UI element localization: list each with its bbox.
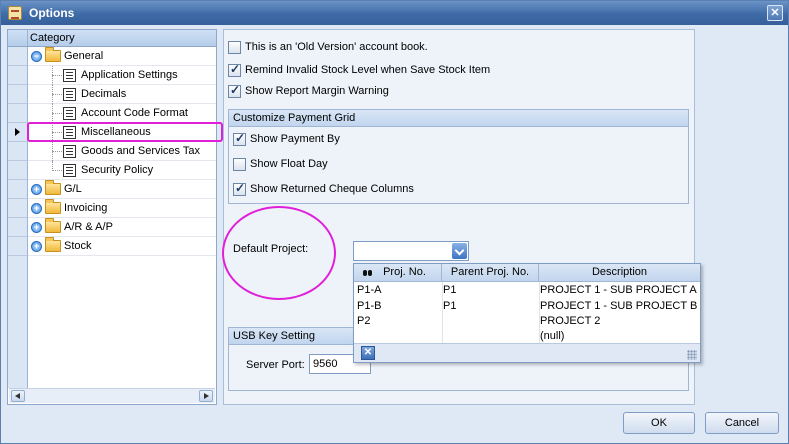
- old-version-label: This is an 'Old Version' account book.: [245, 41, 428, 53]
- tree-header-label: Category: [30, 32, 75, 44]
- expand-icon[interactable]: +: [31, 241, 42, 252]
- column-parent-proj-no[interactable]: Parent Proj. No.: [442, 264, 539, 282]
- expand-icon[interactable]: +: [31, 222, 42, 233]
- show-margin-warning-checkbox[interactable]: [228, 83, 241, 98]
- payment-grid-title: Customize Payment Grid: [233, 112, 356, 124]
- tree-item-label: Goods and Services Tax: [81, 145, 201, 157]
- expand-icon[interactable]: +: [31, 203, 42, 214]
- show-returned-cheque-label: Show Returned Cheque Columns: [250, 183, 414, 195]
- remind-invalid-stock-checkbox[interactable]: [228, 62, 241, 77]
- settings-page-icon: [63, 69, 76, 82]
- server-port-label: Server Port:: [246, 359, 305, 371]
- tree-item-label: Security Policy: [81, 164, 154, 176]
- app-icon: [8, 6, 22, 20]
- title-bar[interactable]: Options ✕: [1, 1, 788, 25]
- description-cell: PROJECT 2: [540, 315, 601, 327]
- scroll-right-icon[interactable]: [199, 390, 213, 402]
- tree-item-label: A/R & A/P: [64, 221, 113, 233]
- tree-item-ar-ap[interactable]: + A/R & A/P: [8, 218, 216, 237]
- show-payment-by-checkbox[interactable]: [233, 131, 246, 146]
- ok-button[interactable]: OK: [623, 412, 695, 434]
- folder-icon: [45, 218, 61, 233]
- proj-no-cell: P2: [357, 315, 371, 327]
- tree-item-label: Application Settings: [81, 69, 178, 81]
- resize-grip-icon[interactable]: [687, 350, 697, 360]
- tree-item-label: Account Code Format: [81, 107, 188, 119]
- lookup-header: Proj. No. Parent Proj. No. Description: [354, 264, 700, 282]
- old-version-checkbox[interactable]: [228, 41, 241, 54]
- tree-item-label: Decimals: [81, 88, 127, 100]
- show-returned-cheque-checkbox[interactable]: [233, 181, 246, 196]
- column-proj-no[interactable]: Proj. No.: [354, 264, 442, 282]
- lookup-footer: ✕: [354, 343, 700, 362]
- column-description[interactable]: Description: [539, 264, 700, 282]
- window-title: Options: [29, 6, 75, 20]
- tree-item-general[interactable]: − General: [8, 47, 216, 66]
- close-button[interactable]: ✕: [767, 5, 783, 21]
- remind-invalid-stock-label: Remind Invalid Stock Level when Save Sto…: [245, 64, 491, 76]
- payment-grid-header: Customize Payment Grid: [229, 110, 688, 127]
- dropdown-arrow-icon[interactable]: [452, 243, 467, 259]
- settings-page-icon: [63, 164, 76, 177]
- tree-item-application-settings[interactable]: Application Settings: [8, 66, 216, 85]
- tree-header: Category: [8, 30, 216, 47]
- parent-proj-no-cell: P1: [443, 300, 457, 312]
- project-lookup-dropdown: Proj. No. Parent Proj. No. Description P…: [353, 263, 701, 363]
- show-float-day-checkbox[interactable]: [233, 158, 246, 171]
- folder-icon: [45, 237, 61, 252]
- tree-item-label: Invoicing: [64, 202, 108, 214]
- tree-item-label: G/L: [64, 183, 82, 195]
- default-project-annotation-circle: [222, 206, 336, 300]
- clear-icon[interactable]: ✕: [361, 346, 375, 360]
- tree-item-security-policy[interactable]: Security Policy: [8, 161, 216, 180]
- collapse-icon[interactable]: −: [31, 51, 42, 62]
- column-label: Parent Proj. No.: [450, 266, 530, 278]
- tree-item-gl[interactable]: + G/L: [8, 180, 216, 199]
- column-label: Proj. No.: [383, 266, 426, 278]
- scroll-left-icon[interactable]: [11, 390, 25, 402]
- show-margin-warning-label: Show Report Margin Warning: [245, 85, 389, 97]
- tree-item-stock[interactable]: + Stock: [8, 237, 216, 256]
- settings-page-icon: [63, 145, 76, 158]
- binoculars-icon[interactable]: [363, 268, 373, 277]
- settings-page-icon: [63, 88, 76, 101]
- tree-horizontal-scrollbar[interactable]: [9, 388, 215, 403]
- description-cell: PROJECT 1 - SUB PROJECT B: [540, 300, 698, 312]
- parent-proj-no-cell: P1: [443, 284, 457, 296]
- proj-no-cell: P1-A: [357, 284, 382, 296]
- tree-item-account-code-format[interactable]: Account Code Format: [8, 104, 216, 123]
- tree-item-label: General: [64, 50, 104, 62]
- expand-icon[interactable]: +: [31, 184, 42, 195]
- tree-item-invoicing[interactable]: + Invoicing: [8, 199, 216, 218]
- show-float-day-label: Show Float Day: [250, 158, 328, 170]
- tree-item-goods-and-services-tax[interactable]: Goods and Services Tax: [8, 142, 216, 161]
- description-cell: PROJECT 1 - SUB PROJECT A: [540, 284, 697, 296]
- settings-page-icon: [63, 107, 76, 120]
- proj-no-cell: P1-B: [357, 300, 382, 312]
- cancel-button[interactable]: Cancel: [705, 412, 779, 434]
- column-label: Description: [591, 266, 648, 278]
- options-window: Options ✕ Category − General Application…: [0, 0, 789, 444]
- selection-annotation-highlight: [27, 122, 223, 142]
- tree-item-decimals[interactable]: Decimals: [8, 85, 216, 104]
- folder-icon: [45, 180, 61, 195]
- usb-key-title: USB Key Setting: [233, 330, 315, 342]
- current-row-arrow-icon: [15, 128, 20, 136]
- folder-icon: [45, 199, 61, 214]
- category-tree: Category − General Application Settings …: [7, 29, 217, 405]
- default-project-combo[interactable]: [353, 241, 469, 261]
- show-payment-by-label: Show Payment By: [250, 133, 340, 145]
- tree-item-label: Stock: [64, 240, 92, 252]
- folder-icon: [45, 47, 61, 62]
